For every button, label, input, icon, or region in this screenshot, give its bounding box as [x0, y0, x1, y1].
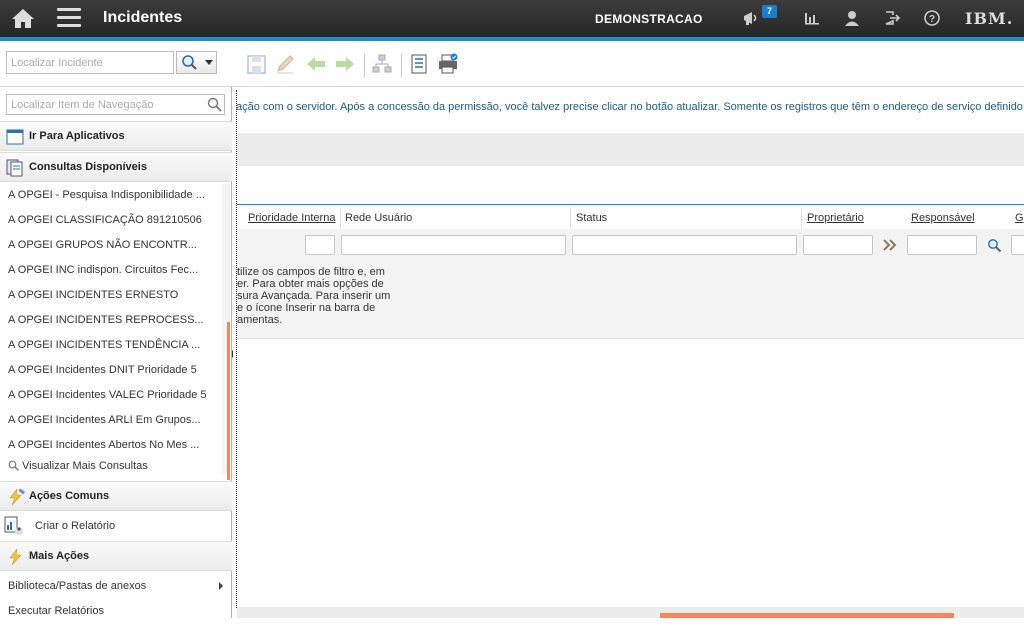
available-queries-header[interactable]: Consultas Disponíveis: [0, 152, 232, 182]
search-options-button[interactable]: [176, 51, 217, 74]
info-text-line: tilize os campos de filtro e, em: [237, 266, 385, 278]
section-header-band: [237, 133, 1024, 166]
query-list-item[interactable]: A OPGEI INCIDENTES ERNESTO: [0, 283, 222, 308]
filter-status-input[interactable]: [572, 235, 797, 255]
back-icon[interactable]: [305, 53, 327, 75]
search-icon: [8, 460, 19, 471]
queries-icon: [6, 159, 24, 177]
column-rede-usuario[interactable]: Rede Usuário: [345, 212, 412, 224]
more-queries-link[interactable]: Visualizar Mais Consultas: [0, 454, 222, 479]
top-bar: Incidentes DEMONSTRACAO 7 ? IBM.: [0, 0, 1024, 37]
column-status[interactable]: Status: [576, 212, 607, 224]
query-list-item[interactable]: A OPGEI CLASSIFICAÇÃO 891210506: [0, 208, 222, 233]
more-queries-label: Visualizar Mais Consultas: [22, 460, 148, 472]
more-actions-header[interactable]: Mais Ações: [0, 541, 232, 571]
forward-icon[interactable]: [334, 53, 356, 75]
ibm-logo: IBM.: [965, 9, 1014, 28]
lightning-tools-icon: [6, 488, 26, 506]
toolbar: [0, 41, 1024, 87]
save-icon[interactable]: [246, 53, 268, 75]
toolbar-separator: [401, 53, 402, 77]
query-list-item[interactable]: A OPGEI INC indispon. Circuitos Fec...: [0, 258, 222, 283]
available-queries-label: Consultas Disponíveis: [29, 161, 147, 173]
query-list-item[interactable]: A OPGEI Incidentes VALEC Prioridade 5: [0, 383, 222, 408]
column-separator: [570, 207, 571, 229]
query-list-item[interactable]: A OPGEI Incidentes DNIT Prioridade 5: [0, 358, 222, 383]
query-list-item[interactable]: A OPGEI INCIDENTES TENDÊNCIA ...: [0, 333, 222, 358]
list-header-band: [237, 166, 1024, 205]
info-text-line: amentas.: [237, 314, 283, 326]
search-icon[interactable]: [987, 238, 1002, 256]
column-responsavel[interactable]: Responsável: [911, 212, 975, 224]
server-permission-message: ação com o servidor. Após a concessão da…: [236, 101, 1023, 113]
print-icon[interactable]: [437, 53, 459, 75]
info-text-line: er. Para obter mais opções de: [237, 278, 384, 290]
filter-proprietario-input[interactable]: [803, 235, 873, 255]
info-text-line: e o ícone Inserir na barra de: [237, 302, 376, 314]
query-list-item[interactable]: A OPGEI - Pesquisa Indisponibilidade ...: [0, 183, 222, 208]
common-actions-label: Ações Comuns: [29, 490, 110, 502]
run-reports-label: Executar Relatórios: [8, 605, 104, 617]
notification-badge[interactable]: 7: [762, 5, 777, 18]
double-chevron-right-icon[interactable]: [882, 237, 898, 256]
user-icon[interactable]: [843, 9, 861, 27]
column-separator: [801, 207, 802, 229]
route-icon[interactable]: [371, 53, 393, 75]
search-incident-input[interactable]: [6, 51, 174, 74]
create-report-action[interactable]: Criar o Relatório: [0, 511, 232, 540]
user-name[interactable]: DEMONSTRACAO: [595, 12, 703, 26]
window-icon: [6, 128, 24, 146]
toolbar-separator: [364, 53, 365, 77]
filter-next-input[interactable]: [1011, 235, 1024, 255]
column-next[interactable]: G: [1015, 212, 1024, 224]
megaphone-icon[interactable]: [742, 9, 760, 27]
info-text-line: sura Avançada. Para inserir um: [237, 290, 391, 302]
chart-icon[interactable]: [803, 9, 821, 27]
logout-icon[interactable]: [883, 9, 901, 27]
lightning-icon: [6, 548, 24, 566]
list-icon[interactable]: [408, 53, 430, 75]
nav-search-input[interactable]: [6, 94, 225, 115]
goto-applications[interactable]: Ir Para Aplicativos: [0, 121, 232, 151]
horizontal-scrollbar-thumb[interactable]: [660, 613, 954, 618]
report-icon: [4, 516, 24, 539]
goto-applications-label: Ir Para Aplicativos: [29, 130, 125, 142]
filter-responsavel-input[interactable]: [907, 235, 977, 255]
search-icon[interactable]: [207, 97, 222, 112]
nav-scrollbar-thumb[interactable]: [227, 322, 230, 480]
query-list-item[interactable]: A OPGEI Incidentes ARLI Em Grupos...: [0, 408, 222, 433]
help-icon[interactable]: ?: [923, 9, 941, 27]
filter-rede-input[interactable]: [341, 235, 566, 255]
navigation-panel: Ir Para Aplicativos Consultas Disponívei…: [0, 87, 232, 618]
svg-text:?: ?: [929, 14, 935, 25]
app-title: Incidentes: [103, 9, 183, 26]
home-icon[interactable]: [10, 7, 36, 29]
create-report-label: Criar o Relatório: [35, 520, 116, 532]
edit-icon[interactable]: [274, 53, 296, 75]
common-actions-header[interactable]: Ações Comuns: [0, 481, 232, 511]
run-reports-action[interactable]: Executar Relatórios: [0, 599, 232, 628]
query-list-item[interactable]: A OPGEI GRUPOS NÃO ENCONTR...: [0, 233, 222, 258]
column-separator: [340, 207, 341, 229]
column-prioridade-interna[interactable]: Prioridade Interna: [248, 212, 335, 224]
menu-icon[interactable]: [57, 8, 81, 28]
more-actions-label: Mais Ações: [29, 550, 90, 562]
filter-prioridade-input[interactable]: [305, 235, 335, 255]
query-list-item[interactable]: A OPGEI INCIDENTES REPROCESS...: [0, 308, 222, 333]
attachments-label: Biblioteca/Pastas de anexos: [8, 580, 147, 592]
chevron-right-icon: [219, 582, 223, 590]
column-proprietario[interactable]: Proprietário: [807, 212, 864, 224]
